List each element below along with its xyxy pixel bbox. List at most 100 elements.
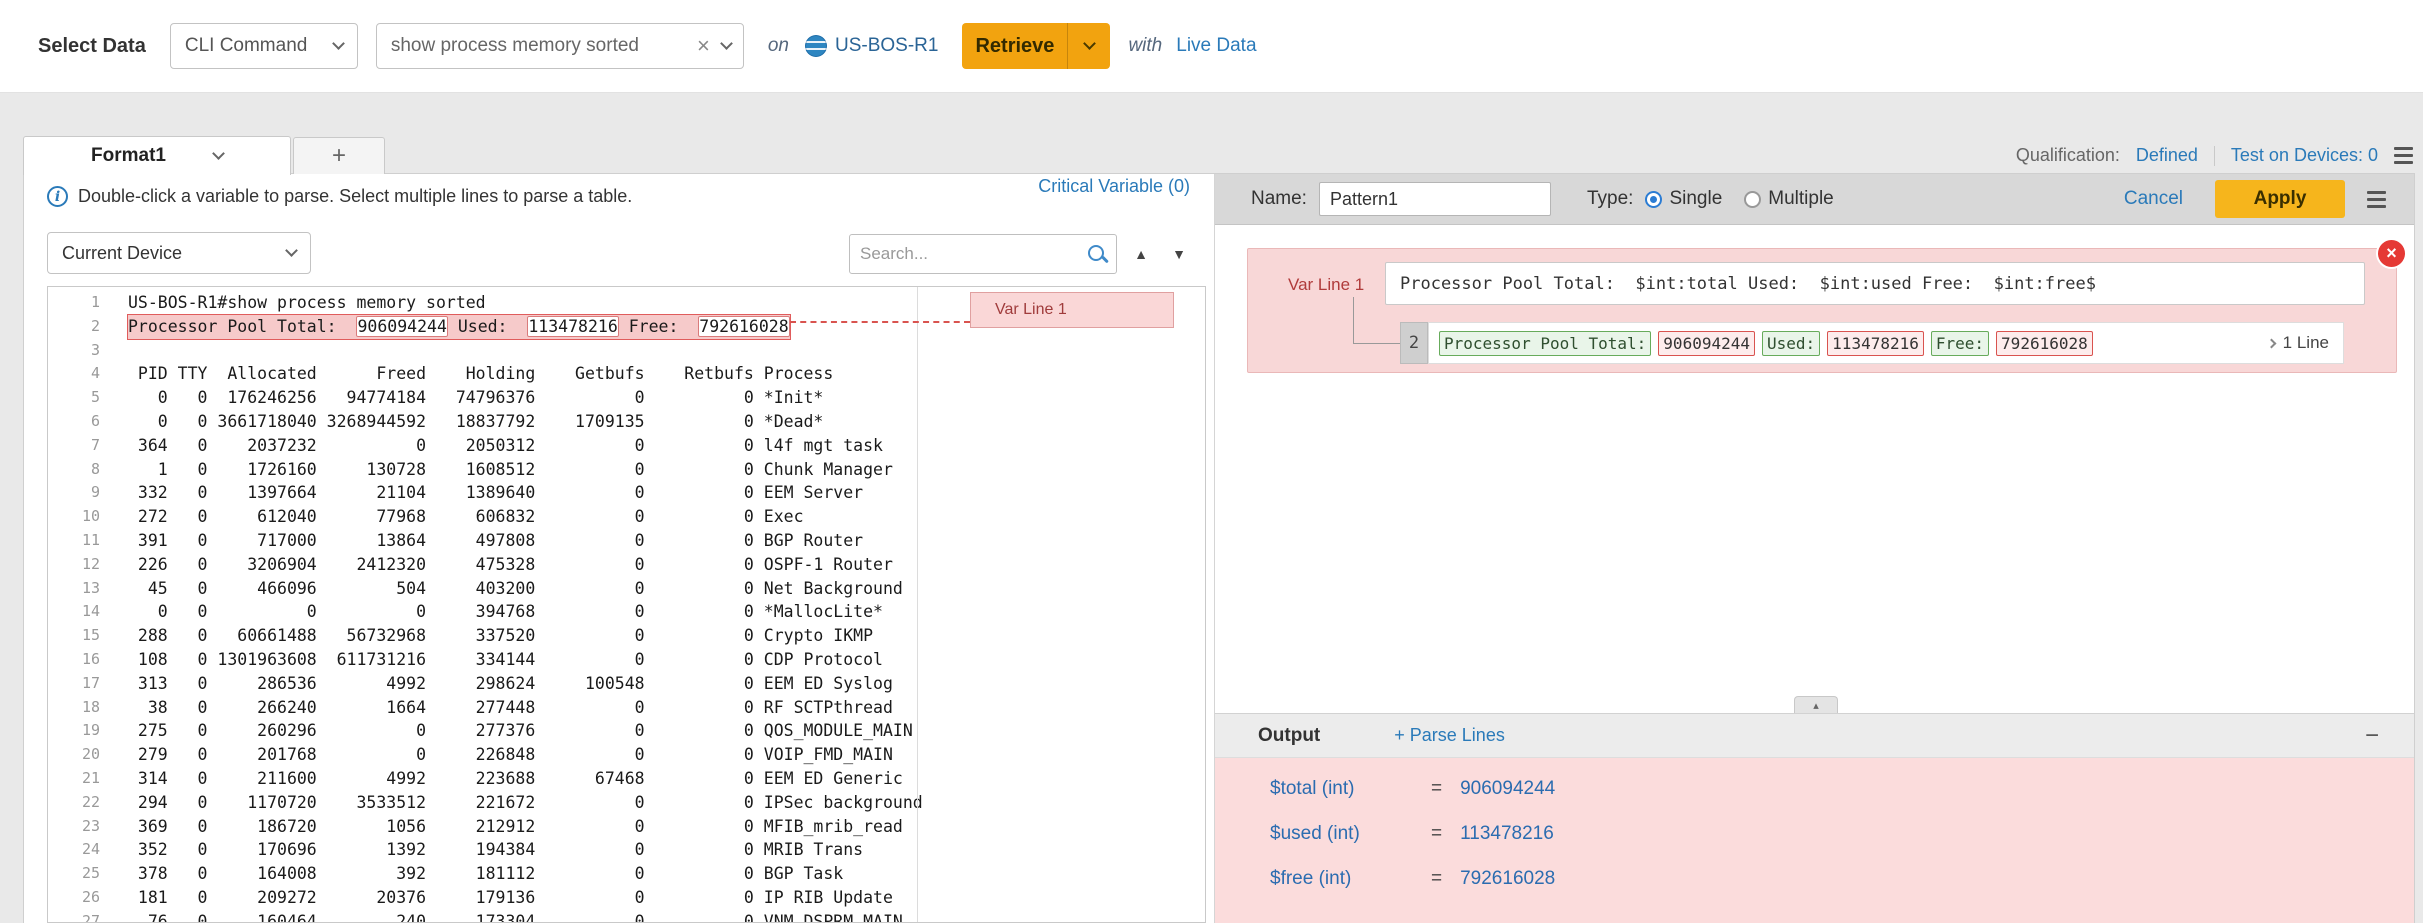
match-variable[interactable]: 113478216	[1827, 331, 1924, 356]
line-text: 181 0 209272 20376 179136 0 0 IP RIB Upd…	[128, 886, 893, 910]
code-line[interactable]: 9 332 0 1397664 21104 1389640 0 0 EEM Se…	[48, 481, 1205, 505]
code-line[interactable]: 22 294 0 1170720 3533512 221672 0 0 IPSe…	[48, 791, 1205, 815]
add-tab-label: +	[332, 142, 346, 170]
code-line[interactable]: 23 369 0 186720 1056 212912 0 0 MFIB_mri…	[48, 815, 1205, 839]
device-scope-select[interactable]: Current Device	[47, 232, 311, 274]
match-static[interactable]: Free:	[1931, 331, 1989, 356]
code-line[interactable]: 13 45 0 466096 504 403200 0 0 Net Backgr…	[48, 577, 1205, 601]
matched-variable[interactable]: 113478216	[527, 316, 618, 337]
code-line[interactable]: 18 38 0 266240 1664 277448 0 0 RF SCTPth…	[48, 696, 1205, 720]
code-line[interactable]: 21 314 0 211600 4992 223688 67468 0 EEM …	[48, 767, 1205, 791]
search-input[interactable]	[860, 244, 1086, 264]
retrieve-button[interactable]: Retrieve	[962, 23, 1067, 69]
matched-variable[interactable]: 906094244	[356, 316, 447, 337]
code-line[interactable]: 10 272 0 612040 77968 606832 0 0 Exec	[48, 505, 1205, 529]
retrieve-dropdown-button[interactable]	[1067, 23, 1110, 69]
line-number: 4	[48, 362, 116, 386]
pattern-name-input[interactable]	[1319, 182, 1551, 216]
parse-lines-button[interactable]: + Parse Lines	[1394, 725, 1505, 746]
code-line[interactable]: 12 226 0 3206904 2412320 475328 0 0 OSPF…	[48, 553, 1205, 577]
var-line-tag[interactable]: Var Line 1	[970, 292, 1174, 328]
code-line[interactable]: 17 313 0 286536 4992 298624 100548 0 EEM…	[48, 672, 1205, 696]
match-variable[interactable]: 792616028	[1996, 331, 2093, 356]
data-type-select[interactable]: CLI Command	[170, 23, 358, 69]
match-variable[interactable]: 906094244	[1658, 331, 1755, 356]
select-data-label: Select Data	[38, 35, 146, 58]
pattern-menu-icon[interactable]	[2367, 191, 2386, 208]
radio-multiple[interactable]	[1744, 191, 1761, 208]
code-line[interactable]: 5 0 0 176246256 94774184 74796376 0 0 *I…	[48, 386, 1205, 410]
code-line[interactable]: 6 0 0 3661718040 3268944592 18837792 170…	[48, 410, 1205, 434]
line-number: 13	[48, 577, 116, 601]
matched-variable[interactable]: 792616028	[698, 316, 789, 337]
chevron-down-icon	[212, 147, 225, 160]
line-text: 275 0 260296 0 277376 0 0 QOS_MODULE_MAI…	[128, 719, 913, 743]
output-row: $total (int)=906094244	[1215, 766, 2414, 811]
code-line[interactable]: 7 364 0 2037232 0 2050312 0 0 l4f mgt ta…	[48, 434, 1205, 458]
chevron-down-icon	[285, 244, 298, 257]
chevron-down-icon[interactable]	[720, 37, 733, 50]
command-combobox[interactable]: show process memory sorted ×	[376, 23, 744, 69]
line-number: 15	[48, 624, 116, 648]
hint-row: i Double-click a variable to parse. Sele…	[47, 186, 1197, 207]
code-line[interactable]: 27 76 0 160464 240 173304 0 0 VNM_DSPRM_…	[48, 910, 1205, 923]
pattern-input[interactable]	[1385, 262, 2365, 305]
code-line[interactable]: 11 391 0 717000 13864 497808 0 0 BGP Rou…	[48, 529, 1205, 553]
code-line[interactable]: 4 PID TTY Allocated Freed Holding Getbuf…	[48, 362, 1205, 386]
line-count[interactable]: 1 Line	[2268, 333, 2329, 353]
line-number: 11	[48, 529, 116, 553]
line-text: 1 0 1726160 130728 1608512 0 0 Chunk Man…	[128, 458, 893, 482]
pattern-pane: Name: Type: Single Multiple Cancel Apply…	[1214, 174, 2414, 923]
line-text: 272 0 612040 77968 606832 0 0 Exec	[128, 505, 804, 529]
match-static[interactable]: Processor Pool Total:	[1439, 331, 1651, 356]
search-icon[interactable]	[1086, 243, 1108, 265]
search-prev-button[interactable]: ▲	[1124, 236, 1158, 272]
code-line[interactable]: 14 0 0 0 0 394768 0 0 *MallocLite*	[48, 600, 1205, 624]
live-data-link[interactable]: Live Data	[1176, 35, 1256, 57]
test-on-devices-link[interactable]: Test on Devices: 0	[2231, 145, 2378, 166]
match-static[interactable]: Used:	[1762, 331, 1820, 356]
tab-format1[interactable]: Format1	[23, 136, 291, 175]
var-line-connector	[790, 321, 970, 323]
device-link[interactable]: US-BOS-R1	[835, 35, 938, 57]
code-line[interactable]: 25 378 0 164008 392 181112 0 0 BGP Task	[48, 862, 1205, 886]
apply-button[interactable]: Apply	[2215, 180, 2345, 218]
search-next-button[interactable]: ▼	[1162, 236, 1196, 272]
menu-icon[interactable]	[2394, 147, 2413, 164]
topbar: Select Data CLI Command show process mem…	[0, 0, 2423, 93]
line-number: 18	[48, 696, 116, 720]
highlighted-line[interactable]: Processor Pool Total: 906094244 Used: 11…	[128, 315, 790, 339]
line-text: 294 0 1170720 3533512 221672 0 0 IPSec b…	[128, 791, 923, 815]
up-triangle-icon: ▲	[1134, 246, 1148, 262]
on-label: on	[768, 35, 789, 57]
main-card: i Double-click a variable to parse. Sele…	[23, 173, 2415, 923]
critical-variable-link[interactable]: Critical Variable (0)	[1038, 176, 1190, 197]
match-row: Processor Pool Total: 906094244 Used: 11347…	[1428, 322, 2344, 364]
output-row: $used (int)=113478216	[1215, 811, 2414, 856]
code-line[interactable]: 8 1 0 1726160 130728 1608512 0 0 Chunk M…	[48, 458, 1205, 482]
code-line[interactable]: 15 288 0 60661488 56732968 337520 0 0 Cr…	[48, 624, 1205, 648]
collapse-handle[interactable]: ▴	[1794, 696, 1838, 713]
info-icon: i	[47, 186, 68, 207]
line-count-label: 1 Line	[2283, 333, 2329, 353]
qualification-value-link[interactable]: Defined	[2136, 145, 2198, 166]
divider	[2214, 146, 2215, 166]
radio-single[interactable]	[1645, 191, 1662, 208]
clear-icon[interactable]: ×	[697, 35, 710, 57]
code-editor[interactable]: 1US-BOS-R1#show process memory sorted2Pr…	[47, 286, 1206, 923]
code-line[interactable]: 26 181 0 209272 20376 179136 0 0 IP RIB …	[48, 886, 1205, 910]
add-tab-button[interactable]: +	[293, 137, 385, 174]
code-line[interactable]: 20 279 0 201768 0 226848 0 0 VOIP_FMD_MA…	[48, 743, 1205, 767]
tab-band: Format1 + Qualification: Defined Test on…	[23, 136, 2415, 174]
line-text: Processor Pool Total: 906094244 Used: 11…	[128, 315, 790, 339]
line-text: 332 0 1397664 21104 1389640 0 0 EEM Serv…	[128, 481, 863, 505]
code-line[interactable]: 16 108 0 1301963608 611731216 334144 0 0…	[48, 648, 1205, 672]
code-line[interactable]: 3	[48, 339, 1205, 363]
line-text: 314 0 211600 4992 223688 67468 0 EEM ED …	[128, 767, 903, 791]
close-icon[interactable]: ×	[2378, 240, 2405, 267]
cancel-button[interactable]: Cancel	[2124, 188, 2183, 210]
code-line[interactable]: 19 275 0 260296 0 277376 0 0 QOS_MODULE_…	[48, 719, 1205, 743]
line-number: 7	[48, 434, 116, 458]
minimize-icon[interactable]: −	[2365, 724, 2379, 748]
code-line[interactable]: 24 352 0 170696 1392 194384 0 0 MRIB Tra…	[48, 838, 1205, 862]
